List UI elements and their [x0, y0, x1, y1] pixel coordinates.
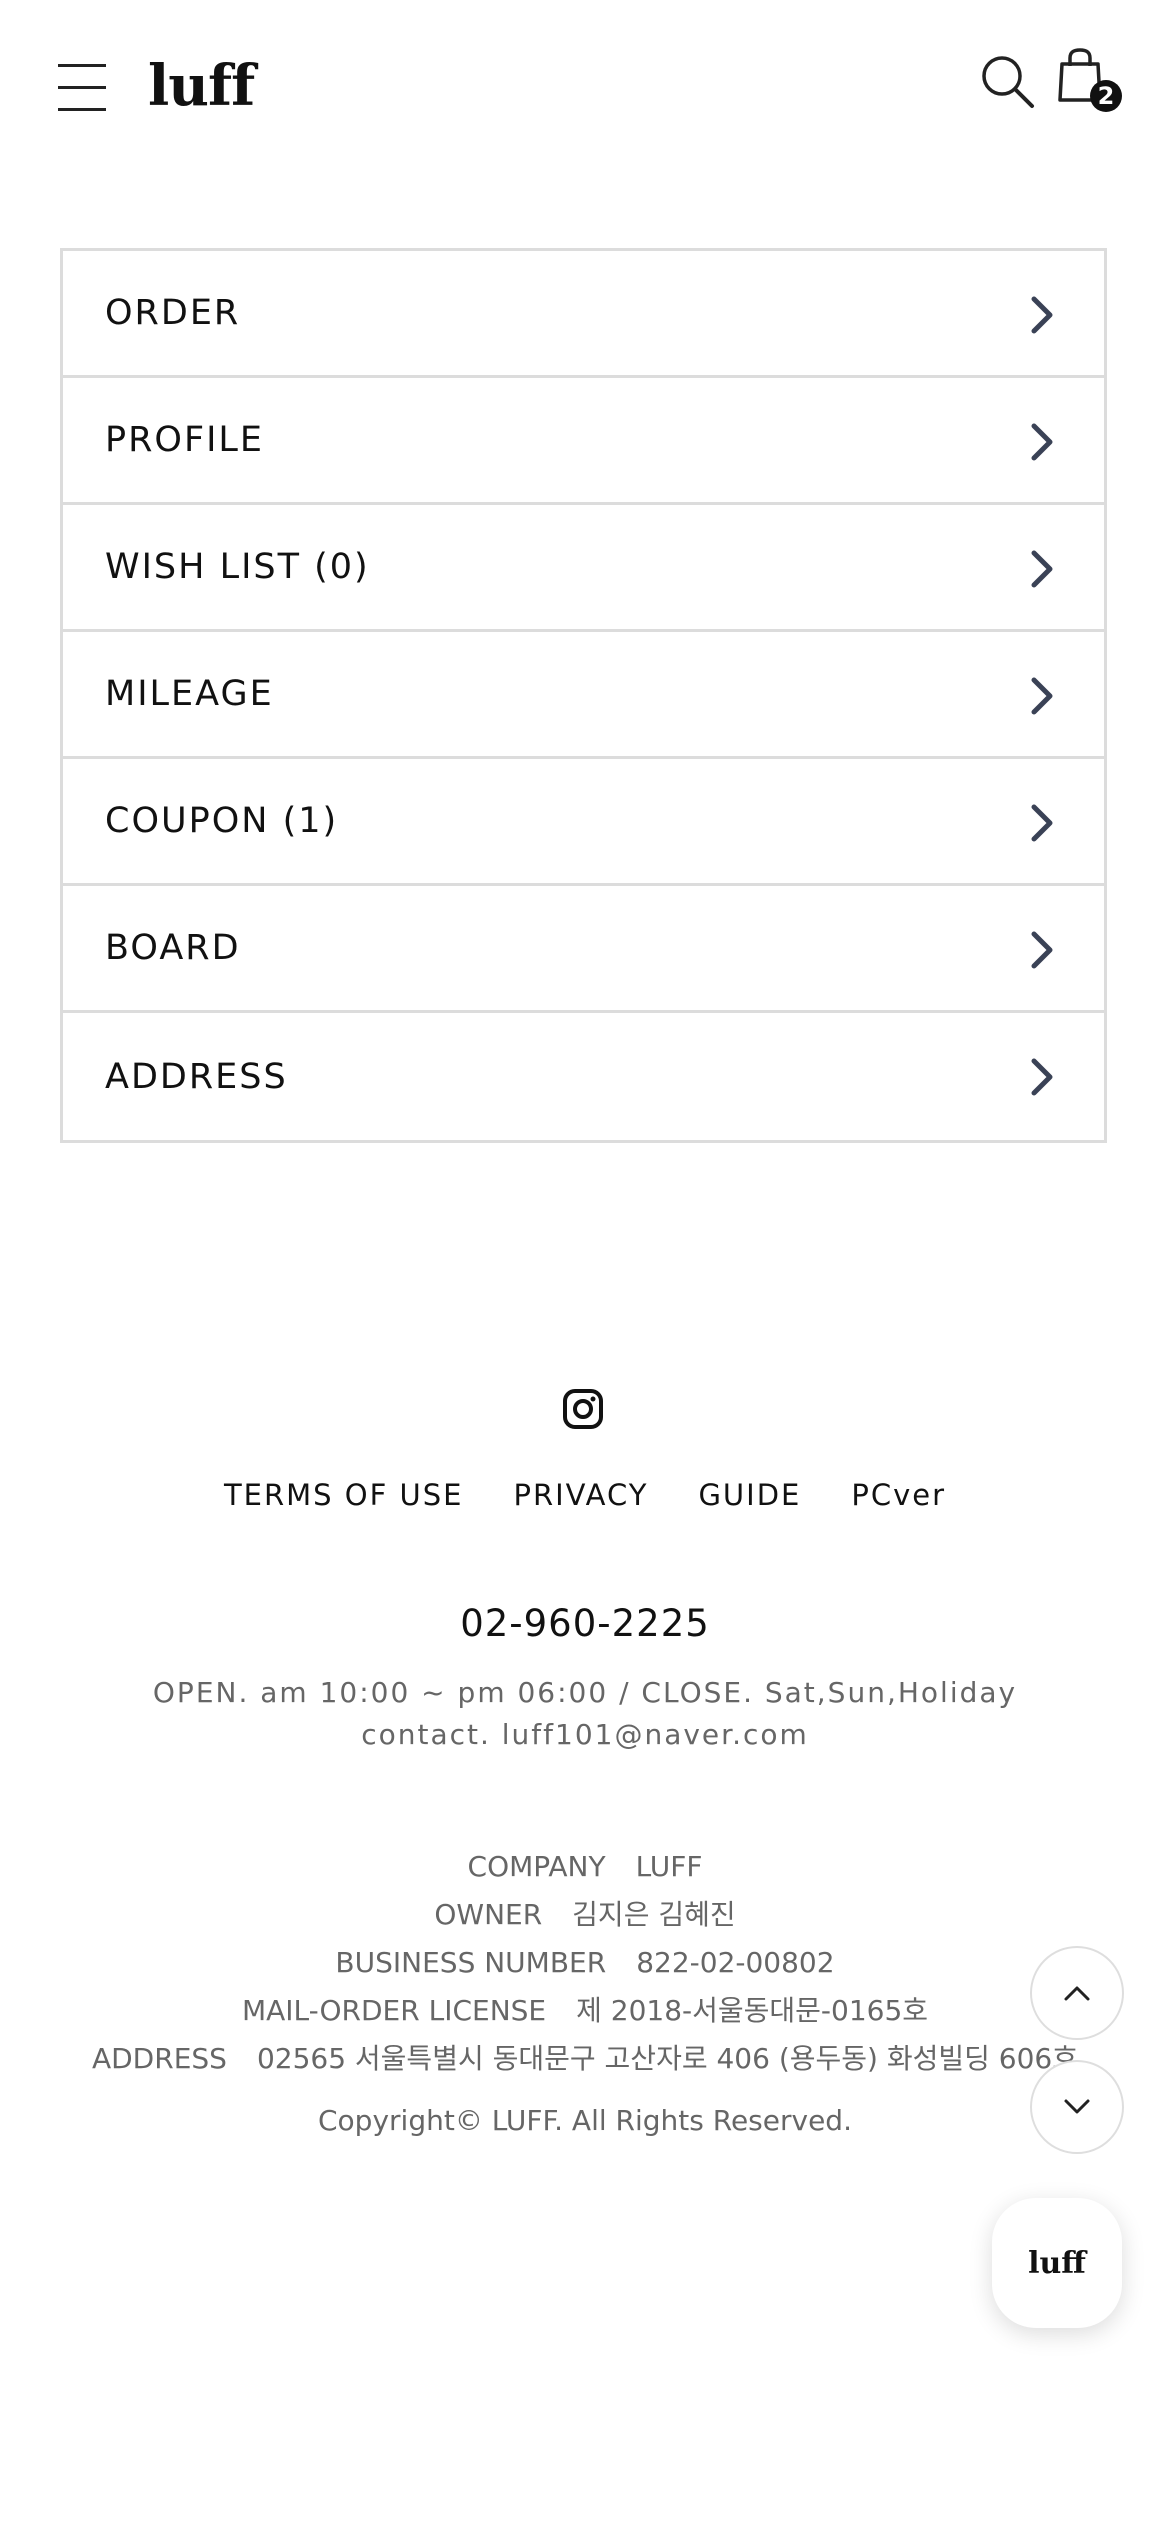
privacy-link[interactable]: PRIVACY — [513, 1478, 648, 1512]
chevron-right-icon — [1031, 931, 1053, 969]
menu-item-coupon[interactable]: COUPON (1) — [63, 759, 1104, 886]
info-value: 김지은 김혜진 — [572, 1898, 736, 1931]
menu-item-board[interactable]: BOARD — [63, 886, 1104, 1013]
header: luff 2 — [0, 0, 1170, 180]
address-row: ADDRESS 02565 서울특별시 동대문구 고산자로 406 (용두동) 화… — [0, 2035, 1170, 2083]
scroll-top-button[interactable] — [1030, 1946, 1124, 2040]
owner-row: OWNER 김지은 김혜진 — [0, 1891, 1170, 1939]
footer-links: TERMS OF USE PRIVACY GUIDE PCver — [0, 1478, 1170, 1512]
menu-item-label: WISH LIST (0) — [105, 547, 370, 587]
business-hours: OPEN. am 10:00 ~ pm 06:00 / CLOSE. Sat,S… — [0, 1672, 1170, 1756]
menu-item-order[interactable]: ORDER — [63, 251, 1104, 378]
chevron-up-icon — [1064, 1986, 1090, 2001]
chevron-right-icon — [1031, 550, 1053, 588]
menu-item-profile[interactable]: PROFILE — [63, 378, 1104, 505]
business-number-row: BUSINESS NUMBER 822-02-00802 — [0, 1939, 1170, 1987]
menu-item-address[interactable]: ADDRESS — [63, 1013, 1104, 1140]
cart-count-badge: 2 — [1090, 80, 1122, 112]
search-icon[interactable] — [978, 52, 1038, 112]
info-key: BUSINESS NUMBER — [335, 1946, 607, 1979]
instagram-icon[interactable] — [562, 1388, 604, 1430]
phone-number[interactable]: 02-960-2225 — [0, 1602, 1170, 1645]
scroll-bottom-button[interactable] — [1030, 2060, 1124, 2154]
chevron-right-icon — [1031, 296, 1053, 334]
chevron-right-icon — [1031, 804, 1053, 842]
chevron-right-icon — [1031, 1058, 1053, 1096]
info-key: ADDRESS — [91, 2042, 227, 2075]
company-info: COMPANY LUFF OWNER 김지은 김혜진 BUSINESS NUMBER… — [0, 1843, 1170, 2083]
terms-of-use-link[interactable]: TERMS OF USE — [224, 1478, 464, 1512]
copyright: Copyright© LUFF. All Rights Reserved. — [318, 2104, 852, 2137]
menu-item-label: COUPON (1) — [105, 801, 339, 841]
menu-item-mileage[interactable]: MILEAGE — [63, 632, 1104, 759]
chat-logo: luff — [1028, 2245, 1086, 2281]
menu-item-label: PROFILE — [105, 420, 265, 460]
company-row: COMPANY LUFF — [0, 1843, 1170, 1891]
hamburger-icon[interactable] — [58, 60, 106, 112]
chat-button[interactable]: luff — [992, 2198, 1122, 2328]
logo[interactable]: luff — [148, 58, 255, 114]
mail-order-license-row: MAIL-ORDER LICENSE 제 2018-서울동대문-0165호 — [0, 1987, 1170, 2035]
chevron-down-icon — [1064, 2099, 1090, 2114]
guide-link[interactable]: GUIDE — [698, 1478, 801, 1512]
info-value: LUFF — [635, 1850, 703, 1883]
info-key: OWNER — [434, 1898, 543, 1931]
menu-item-label: ADDRESS — [105, 1056, 288, 1097]
info-value: 제 2018-서울동대문-0165호 — [576, 1994, 929, 2027]
pc-version-link[interactable]: PCver — [851, 1478, 946, 1512]
info-key: MAIL-ORDER LICENSE — [241, 1994, 547, 2027]
menu-item-label: BOARD — [105, 928, 241, 968]
contact-email[interactable]: contact. luff101@naver.com — [0, 1714, 1170, 1756]
info-key: COMPANY — [467, 1850, 606, 1883]
menu-item-label: MILEAGE — [105, 674, 274, 714]
menu-item-wish-list[interactable]: WISH LIST (0) — [63, 505, 1104, 632]
chevron-right-icon — [1031, 677, 1053, 715]
shopping-bag-icon[interactable]: 2 — [1058, 48, 1128, 118]
open-hours-text: OPEN. am 10:00 ~ pm 06:00 / CLOSE. Sat,S… — [152, 1676, 1018, 1709]
menu-item-label: ORDER — [105, 293, 241, 333]
chevron-right-icon — [1031, 423, 1053, 461]
info-value: 02565 서울특별시 동대문구 고산자로 406 (용두동) 화성빌딩 606… — [256, 2042, 1079, 2075]
account-menu: ORDER PROFILE WISH LIST (0) MILEAGE COUP… — [60, 248, 1107, 1143]
info-value: 822-02-00802 — [636, 1946, 835, 1979]
